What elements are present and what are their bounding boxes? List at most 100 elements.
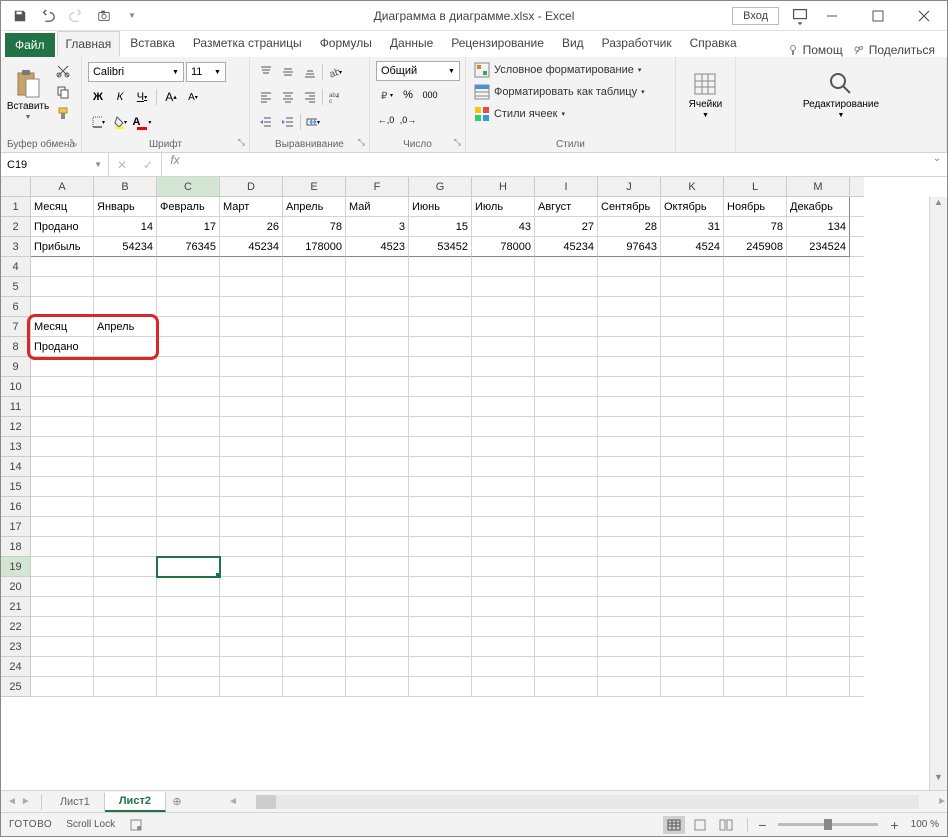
cut-button[interactable] [53,61,73,81]
cell[interactable] [346,617,409,637]
cells-button[interactable]: Ячейки ▼ [684,61,726,129]
cell[interactable]: 78 [724,217,787,237]
cell[interactable] [724,297,787,317]
cell[interactable] [157,357,220,377]
cell[interactable] [283,337,346,357]
column-header[interactable]: I [535,177,598,197]
cell-partial[interactable] [850,457,864,477]
sheet-nav-first[interactable]: ◄ [7,796,17,807]
cell[interactable] [535,677,598,697]
row-header[interactable]: 23 [1,637,31,657]
row-header[interactable]: 16 [1,497,31,517]
cell[interactable] [535,357,598,377]
cell[interactable] [787,257,850,277]
cell[interactable] [787,617,850,637]
column-header[interactable]: B [94,177,157,197]
cell[interactable]: 45234 [220,237,283,257]
column-header-partial[interactable] [850,177,864,197]
cell[interactable] [94,297,157,317]
row-header[interactable]: 6 [1,297,31,317]
cell[interactable] [598,537,661,557]
cell[interactable] [472,557,535,577]
cell[interactable] [598,257,661,277]
zoom-out-button[interactable]: − [758,817,766,833]
cell[interactable]: Октябрь [661,197,724,217]
tab-page-layout[interactable]: Разметка страницы [185,31,310,57]
cell[interactable] [157,277,220,297]
cell[interactable] [346,397,409,417]
zoom-in-button[interactable]: + [890,817,898,833]
cell[interactable] [346,657,409,677]
cell[interactable]: 15 [409,217,472,237]
cell[interactable]: Продано [31,217,94,237]
cell[interactable]: 76345 [157,237,220,257]
cell-partial[interactable] [850,597,864,617]
cell[interactable]: Август [535,197,598,217]
cell[interactable] [346,317,409,337]
cell[interactable]: Месяц [31,317,94,337]
cell[interactable] [283,257,346,277]
decrease-indent-button[interactable] [256,112,276,132]
cell[interactable] [157,297,220,317]
cell[interactable] [157,417,220,437]
row-header[interactable]: 17 [1,517,31,537]
cell-partial[interactable] [850,317,864,337]
italic-button[interactable]: К [110,87,130,107]
align-middle-button[interactable] [278,62,298,82]
cell[interactable] [661,457,724,477]
cell[interactable] [661,377,724,397]
cell[interactable] [283,457,346,477]
cell[interactable] [472,517,535,537]
cell[interactable] [220,657,283,677]
cell[interactable] [724,257,787,277]
column-header[interactable]: F [346,177,409,197]
cell[interactable] [724,557,787,577]
cell[interactable]: Февраль [157,197,220,217]
cell-partial[interactable] [850,477,864,497]
conditional-formatting-button[interactable]: Условное форматирование▾ [472,61,669,79]
cell[interactable] [409,657,472,677]
cell[interactable] [661,677,724,697]
cell[interactable]: Прибыль [31,237,94,257]
cell[interactable] [661,557,724,577]
cell[interactable] [661,497,724,517]
cell[interactable] [157,577,220,597]
cell[interactable] [598,317,661,337]
cell[interactable] [724,537,787,557]
cell[interactable]: 54234 [94,237,157,257]
worksheet-grid[interactable]: ABCDEFGHIJKLM1МесяцЯнварьФевральМартАпре… [1,177,947,697]
cell[interactable] [346,297,409,317]
cell[interactable] [535,437,598,457]
screenshot-button[interactable] [91,3,117,29]
cell[interactable] [220,537,283,557]
align-top-button[interactable] [256,62,276,82]
cell[interactable] [220,477,283,497]
cell[interactable] [472,497,535,517]
cell[interactable] [31,437,94,457]
tab-view[interactable]: Вид [554,31,592,57]
cell[interactable] [220,257,283,277]
cell[interactable] [283,517,346,537]
cell[interactable] [472,537,535,557]
cell[interactable] [535,377,598,397]
cell[interactable] [787,457,850,477]
zoom-level[interactable]: 100 % [911,819,939,830]
cell[interactable] [220,497,283,517]
cell[interactable] [661,537,724,557]
cell[interactable] [472,377,535,397]
cell[interactable] [598,357,661,377]
cell[interactable] [94,277,157,297]
column-header[interactable]: H [472,177,535,197]
cell[interactable] [787,557,850,577]
cell[interactable] [787,497,850,517]
cell[interactable] [346,377,409,397]
add-sheet-button[interactable]: ⊕ [166,795,188,808]
cell[interactable] [283,357,346,377]
fx-icon[interactable]: fx [162,153,188,176]
cell[interactable]: 3 [346,217,409,237]
cell[interactable] [157,497,220,517]
cell[interactable] [472,437,535,457]
percent-button[interactable]: % [398,85,418,105]
cell[interactable] [724,477,787,497]
cell[interactable] [409,397,472,417]
